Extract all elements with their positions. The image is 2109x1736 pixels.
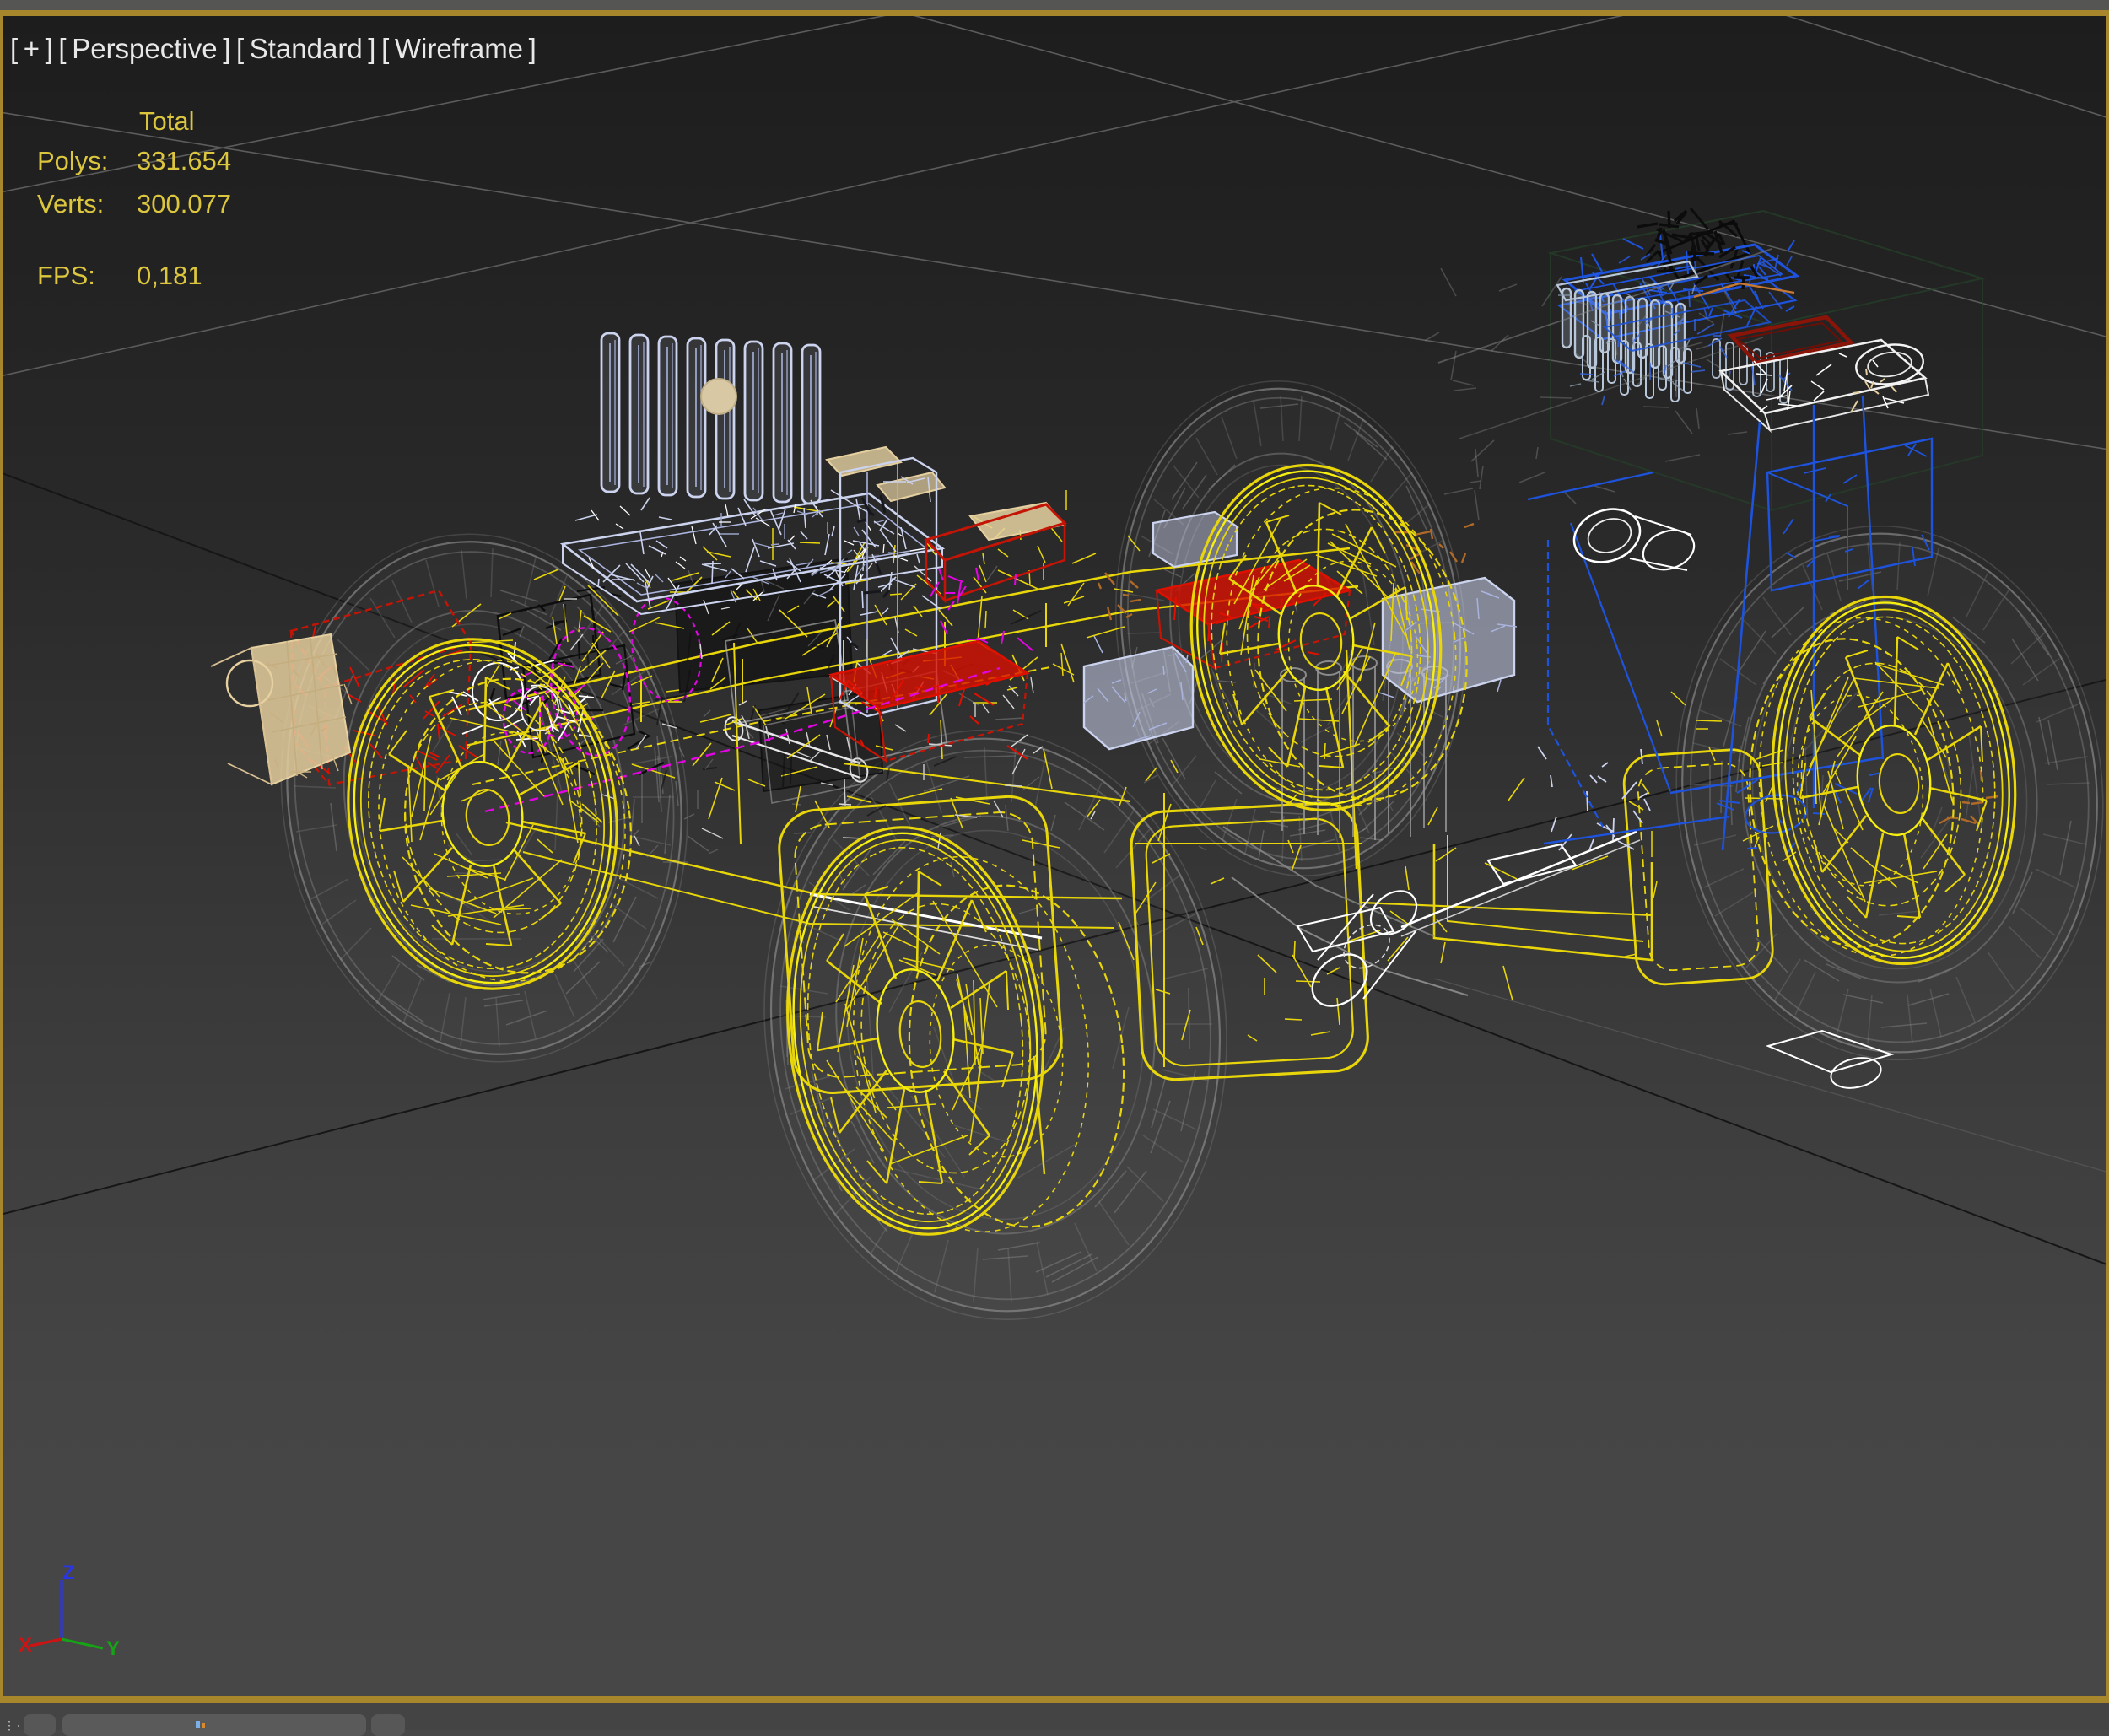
svg-text:Y: Y xyxy=(106,1637,120,1660)
svg-text:Z: Z xyxy=(62,1561,75,1584)
svg-text:X: X xyxy=(19,1634,32,1657)
